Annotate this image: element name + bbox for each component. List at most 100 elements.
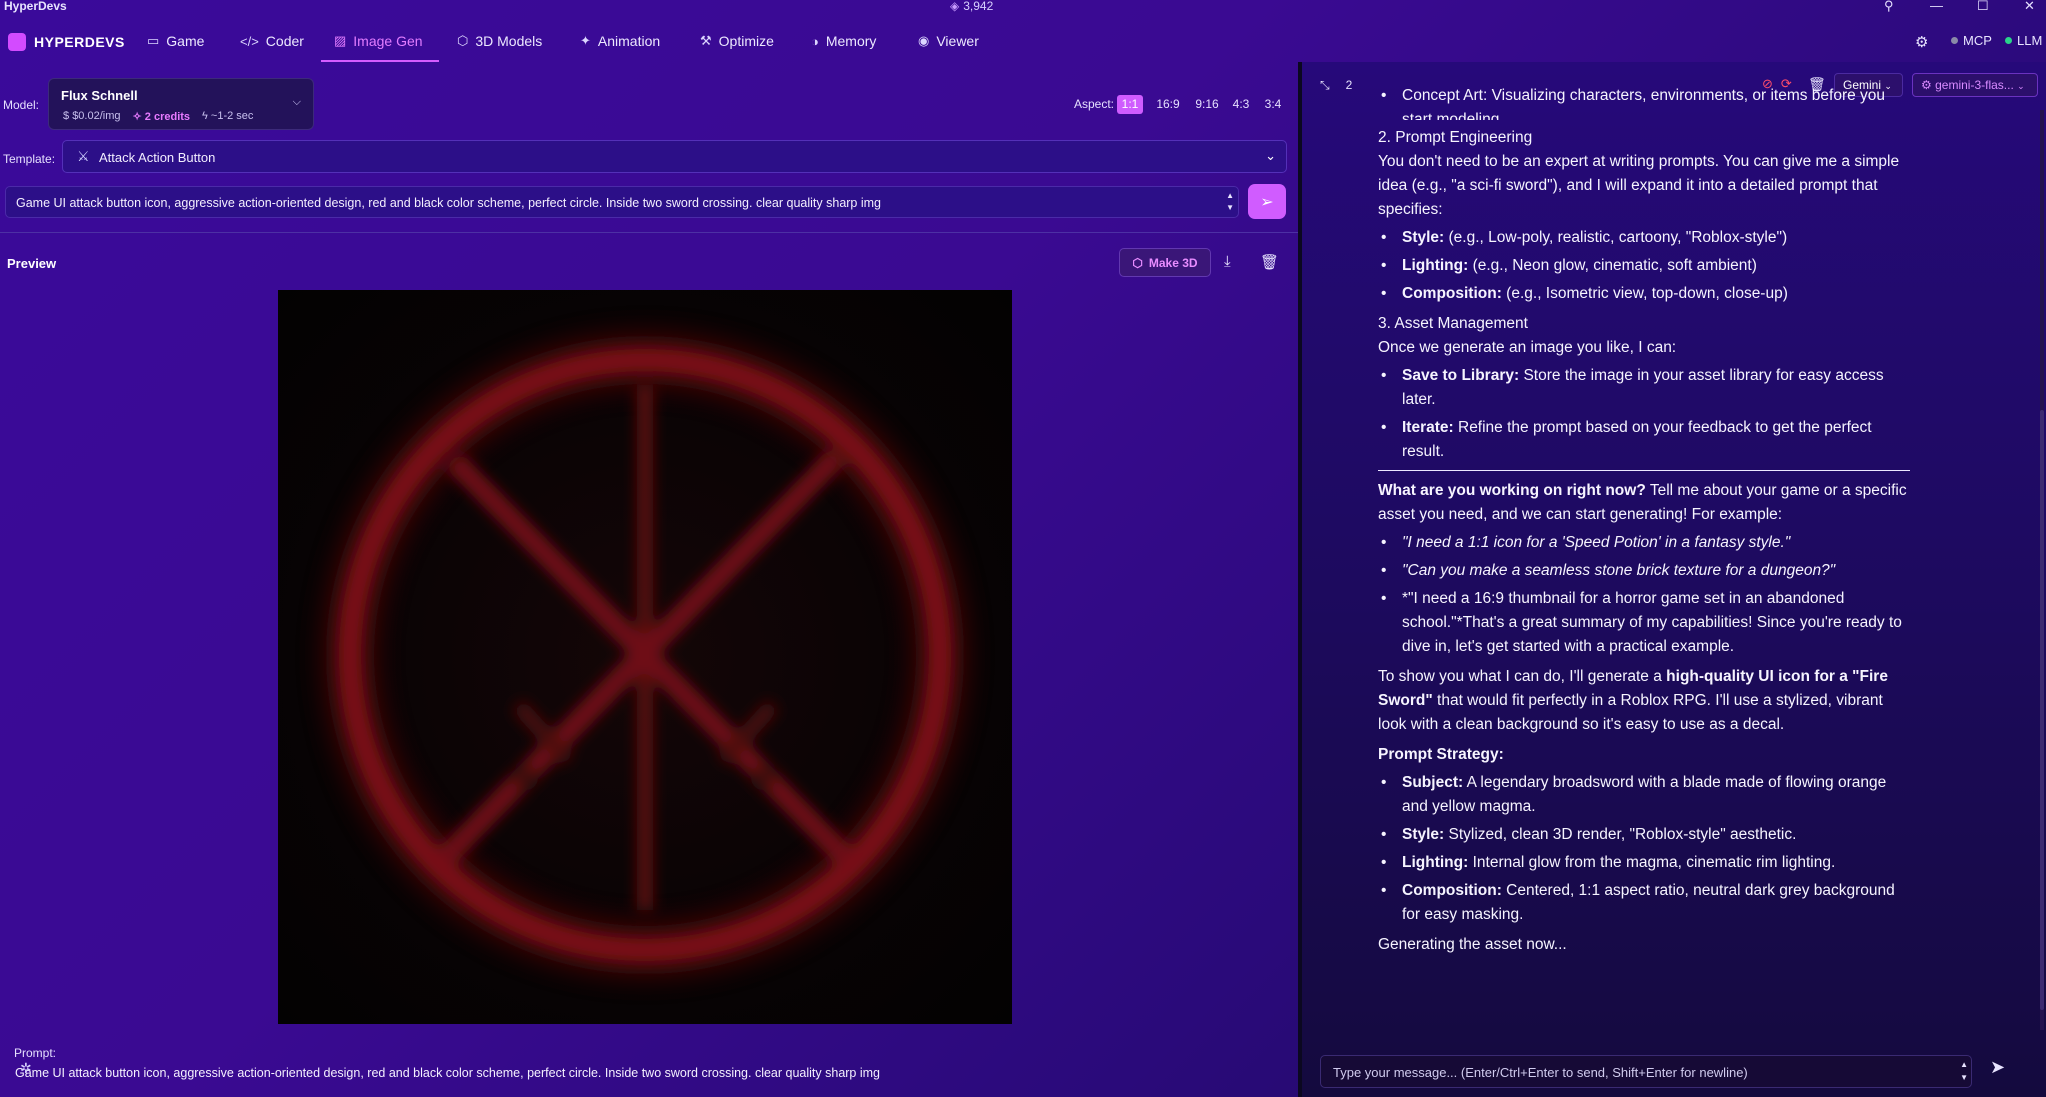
tab-label: Game — [166, 33, 205, 49]
tab-optimize[interactable]: ⚒ Optimize — [700, 33, 774, 49]
gear-icon: ⚙ — [1921, 78, 1936, 92]
list-item-value: A legendary broadsword with a blade made… — [1402, 774, 1887, 815]
mcp-label: MCP — [1963, 33, 1992, 48]
bullet: • — [1381, 87, 1387, 104]
chat-panel-header: ⤡ 2 — [1320, 78, 1352, 93]
aspect-option-16-9[interactable]: 16:9 — [1153, 95, 1183, 114]
tab-memory[interactable]: ◑ Memory — [811, 33, 876, 49]
chat-scrollbar[interactable] — [2040, 110, 2044, 1030]
app-title: HyperDevs — [4, 0, 67, 13]
show-pre: To show you what I can do, I'll generate… — [1378, 668, 1667, 685]
collapse-icon[interactable]: ⤡ — [1320, 78, 1330, 93]
bottom-prompt-text: Game UI attack button icon, aggressive a… — [15, 1066, 880, 1080]
tab-animation[interactable]: ✦ Animation — [580, 33, 660, 49]
list-item-value: Internal glow from the magma, cinematic … — [1468, 854, 1836, 871]
list-item-key: Style: — [1402, 229, 1445, 246]
close-icon[interactable]: ✕ — [2024, 0, 2035, 14]
tab-label: Coder — [265, 33, 304, 49]
aspect-option-4-3[interactable]: 4:3 — [1230, 95, 1252, 114]
tab-game[interactable]: ▭ Game — [147, 33, 204, 49]
list-item-key: Composition: — [1402, 285, 1502, 302]
brand-name: HYPERDEVS — [34, 34, 125, 50]
stepper-icon[interactable]: ▲ ▼ — [1226, 190, 1234, 214]
section-heading: 3. Asset Management — [1378, 315, 1528, 332]
strategy-heading: Prompt Strategy: — [1378, 743, 1910, 767]
aspect-label: Aspect: — [1074, 97, 1115, 111]
download-icon[interactable]: ⤓ — [1224, 253, 1231, 270]
strategy-heading-text: Prompt Strategy: — [1378, 746, 1504, 763]
model-time-value: ~1-2 sec — [210, 110, 254, 122]
template-select[interactable]: ⚔ Attack Action Button ⌄ — [62, 140, 1287, 173]
llm-model-value: gemini-3-flas... — [1935, 78, 2014, 92]
list-item: "Can you make a seamless stone brick tex… — [1378, 559, 1910, 583]
llm-label: LLM — [2017, 33, 2043, 48]
list-item-value: Refine the prompt based on your feedback… — [1402, 419, 1872, 460]
bug-icon[interactable]: ✲ — [20, 1060, 32, 1077]
brand[interactable]: HYPERDEVS — [8, 33, 125, 51]
strategy-list: Subject: A legendary broadsword with a b… — [1378, 771, 1910, 927]
llm-status-dot — [2005, 37, 2012, 44]
section-body: You don't need to be an expert at writin… — [1378, 153, 1900, 218]
llm-model-select[interactable]: ⚙ gemini-3-flas... ⌄ — [1912, 73, 2038, 97]
bottom-prompt-label: Prompt: — [14, 1046, 57, 1060]
person-icon[interactable]: ⚲ — [1884, 0, 1894, 14]
list-item-value: (e.g., Low-poly, realistic, cartoony, "R… — [1444, 229, 1788, 246]
aspect-option-3-4[interactable]: 3:4 — [1261, 95, 1285, 114]
template-label: Template: — [3, 152, 56, 166]
model-credits: ✧ 2 credits — [133, 110, 191, 123]
model-label: Model: — [3, 98, 40, 112]
chat-send-icon[interactable]: ➤ — [1990, 1057, 2005, 1078]
make-3d-button[interactable]: ⬡ Make 3D — [1119, 248, 1211, 277]
maximize-icon[interactable]: ☐ — [1977, 0, 1989, 14]
make-3d-label: Make 3D — [1148, 255, 1198, 270]
list-item-key: Save to Library: — [1402, 367, 1520, 384]
trash-icon[interactable]: 🗑 — [1260, 253, 1279, 271]
tab-label: 3D Models — [475, 33, 543, 49]
chevron-down-icon: ⌄ — [2017, 81, 2025, 91]
aspect-option-1-1[interactable]: 1:1 — [1117, 95, 1143, 114]
scrollbar-thumb[interactable] — [2040, 410, 2044, 1010]
list-item-key: Subject: — [1402, 774, 1464, 791]
eye-icon: ◉ — [918, 33, 930, 48]
list-item: Lighting: Internal glow from the magma, … — [1378, 851, 1910, 875]
chat-top-partial-text: Concept Art: Visualizing characters, env… — [1402, 87, 1886, 120]
model-select[interactable]: Flux Schnell $ $0.02/img ✧ 2 credits ϟ ~… — [48, 78, 314, 130]
list-item-key: Iterate: — [1402, 419, 1454, 436]
chat-input[interactable]: Type your message... (Enter/Ctrl+Enter t… — [1320, 1055, 1972, 1088]
top-nav: HYPERDEVS ▭ Game </> Coder ▨ Image Gen ⬡ 3D … — [0, 22, 2046, 62]
mcp-status[interactable]: MCP — [1951, 33, 1992, 48]
credits-icon: ◈ — [950, 0, 960, 13]
settings-gear-icon[interactable]: ⚙ — [1915, 33, 1928, 51]
send-icon: ➢ — [1260, 193, 1274, 211]
horizontal-rule — [1378, 470, 1910, 471]
code-icon: </> — [240, 33, 259, 49]
tab-image-gen[interactable]: ▨ Image Gen — [334, 33, 423, 49]
tab-coder[interactable]: </> Coder — [240, 33, 304, 49]
stepper-icon[interactable]: ▲ ▼ — [1960, 1058, 1968, 1084]
tab-viewer[interactable]: ◉ Viewer — [918, 33, 979, 49]
cube-icon: ⬡ — [1132, 255, 1143, 270]
bolt-icon: ϟ — [202, 110, 211, 122]
show-post: that would fit perfectly in a Roblox RPG… — [1378, 692, 1883, 733]
generated-image — [326, 336, 964, 974]
credits-counter: ◈ 3,942 — [950, 0, 993, 13]
generate-send-button[interactable]: ➢ — [1248, 184, 1286, 219]
message-count: 2 — [1345, 78, 1353, 92]
list-item: Subject: A legendary broadsword with a b… — [1378, 771, 1910, 819]
crossed-swords-icon: ⚔ — [77, 148, 90, 164]
llm-status[interactable]: LLM — [2005, 33, 2042, 48]
aspect-option-9-16[interactable]: 9:16 — [1191, 95, 1223, 114]
list-item-key: Style: — [1402, 826, 1445, 843]
tab-label: Memory — [825, 33, 877, 49]
template-value: Attack Action Button — [99, 150, 216, 165]
list-item-value: (e.g., Neon glow, cinematic, soft ambien… — [1468, 257, 1757, 274]
cube-icon: ⬡ — [457, 33, 469, 48]
dollar-icon: $ — [63, 110, 73, 122]
list-item: Composition: (e.g., Isometric view, top-… — [1378, 282, 1910, 306]
minimize-icon[interactable]: — — [1930, 0, 1943, 13]
tab-label: Viewer — [936, 33, 979, 49]
title-bar: HyperDevs ◈ 3,942 ⚲ — ☐ ✕ — [0, 0, 2046, 13]
prompt-input[interactable]: Game UI attack button icon, aggressive a… — [5, 186, 1239, 218]
generated-image-preview — [278, 290, 1012, 1024]
tab-3d-models[interactable]: ⬡ 3D Models — [457, 33, 542, 49]
